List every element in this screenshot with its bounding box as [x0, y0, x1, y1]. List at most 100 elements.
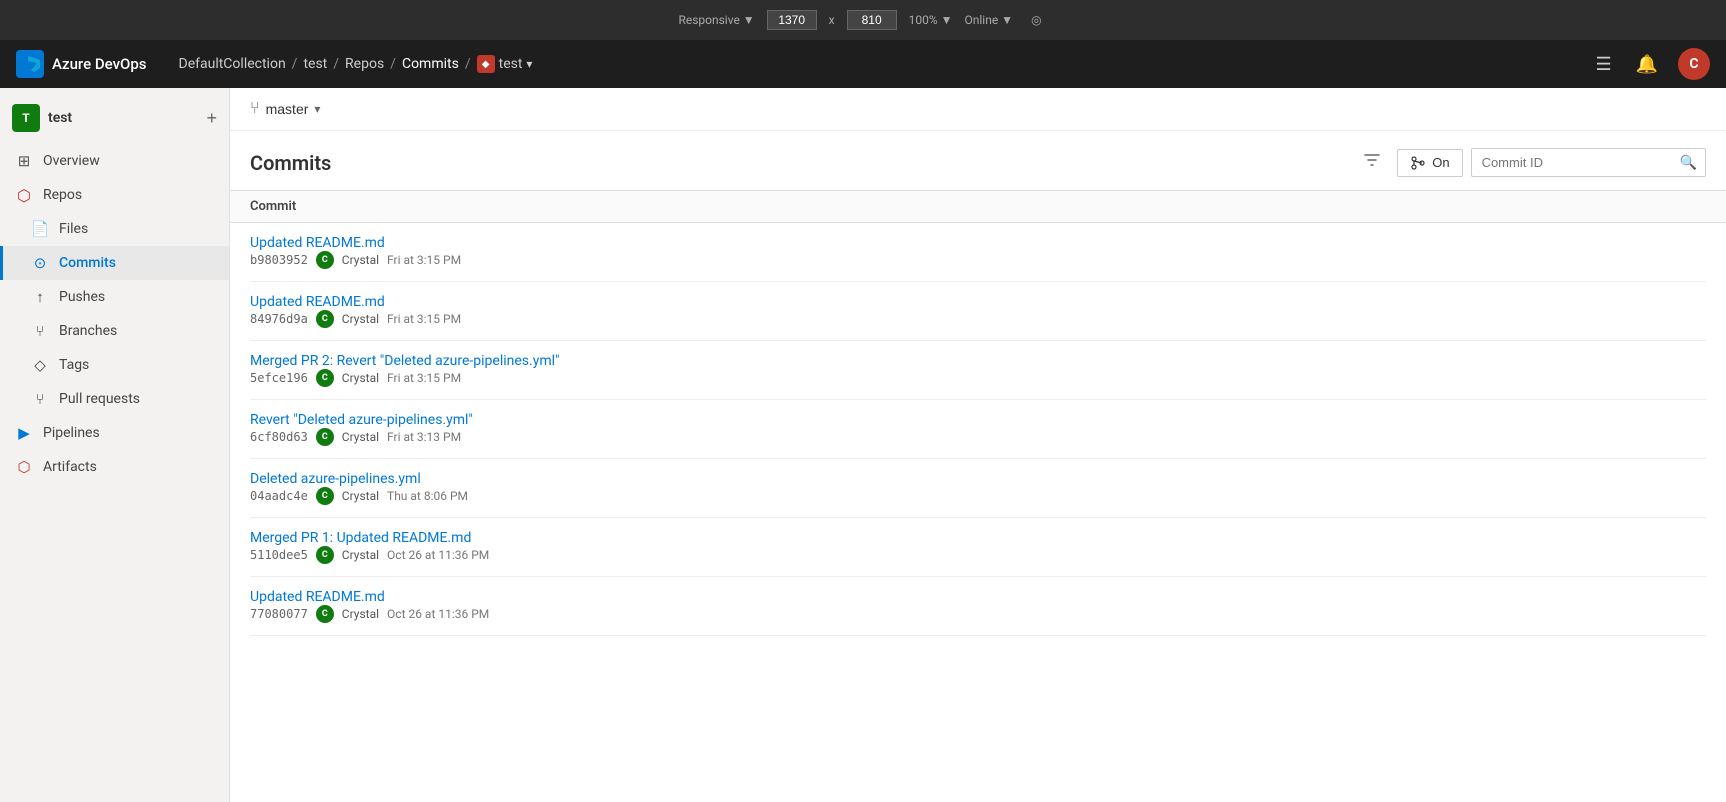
- breadcrumb-project[interactable]: test: [303, 56, 327, 72]
- branch-selector-btn[interactable]: ⑂ master ▾: [250, 100, 320, 118]
- commit-row[interactable]: Merged PR 1: Updated README.md 5110dee5 …: [250, 518, 1706, 577]
- commit-hash: 04aadc4e: [250, 489, 308, 503]
- breadcrumb-repos[interactable]: Repos: [345, 56, 384, 72]
- commit-author: Crystal: [342, 489, 379, 503]
- sidebar-item-pull-requests[interactable]: ⑂ Pull requests: [0, 382, 229, 416]
- commit-author-avatar: C: [316, 605, 334, 623]
- commit-time: Thu at 8:06 PM: [387, 489, 468, 503]
- repos-icon: ⬡: [15, 186, 33, 204]
- sidebar-item-repos[interactable]: ⬡ Repos: [0, 178, 229, 212]
- add-project-btn[interactable]: +: [206, 108, 217, 129]
- sep2: /: [333, 56, 339, 72]
- repo-icon: [477, 55, 495, 73]
- filter-btn[interactable]: [1355, 147, 1389, 178]
- commit-row[interactable]: Updated README.md 77080077 C Crystal Oct…: [250, 577, 1706, 636]
- sidebar-item-overview[interactable]: ⊞ Overview: [0, 144, 229, 178]
- commit-message: Merged PR 2: Revert "Deleted azure-pipel…: [250, 353, 1706, 369]
- user-avatar[interactable]: C: [1678, 48, 1710, 80]
- sidebar-item-artifacts[interactable]: ⬡ Artifacts: [0, 450, 229, 484]
- commit-row[interactable]: Revert "Deleted azure-pipelines.yml" 6cf…: [250, 400, 1706, 459]
- commits-header: Commits On: [230, 131, 1726, 190]
- top-nav-left: Azure DevOps DefaultCollection / test / …: [16, 50, 532, 78]
- graph-label: On: [1432, 155, 1449, 170]
- branches-icon: ⑂: [31, 322, 49, 340]
- commit-author-avatar: C: [316, 487, 334, 505]
- dimension-sep: x: [829, 13, 835, 27]
- sidebar-item-overview-label: Overview: [43, 153, 100, 169]
- commit-meta: 04aadc4e C Crystal Thu at 8:06 PM: [250, 487, 1706, 505]
- commit-author-avatar: C: [316, 428, 334, 446]
- project-info: T test: [12, 104, 72, 132]
- commit-id-search: 🔍: [1471, 148, 1706, 177]
- browser-toolbar: Responsive ▼ x 100% ▼ Online ▼ ◎: [0, 0, 1726, 40]
- commit-meta: 5110dee5 C Crystal Oct 26 at 11:36 PM: [250, 546, 1706, 564]
- commit-message: Merged PR 1: Updated README.md: [250, 530, 1706, 546]
- commits-icon: ⊙: [31, 254, 49, 272]
- sidebar-item-commits-label: Commits: [59, 255, 116, 271]
- commit-message: Updated README.md: [250, 589, 1706, 605]
- commit-row[interactable]: Deleted azure-pipelines.yml 04aadc4e C C…: [250, 459, 1706, 518]
- sidebar-item-pushes[interactable]: ↑ Pushes: [0, 280, 229, 314]
- sidebar-item-branches-label: Branches: [59, 323, 117, 339]
- commit-author: Crystal: [342, 430, 379, 444]
- commit-id-input[interactable]: [1472, 150, 1672, 175]
- commit-time: Fri at 3:15 PM: [387, 253, 461, 267]
- commit-hash: 5110dee5: [250, 548, 308, 562]
- app-shell: Azure DevOps DefaultCollection / test / …: [0, 40, 1726, 802]
- online-label: Online ▼: [965, 13, 1014, 27]
- sidebar-item-commits[interactable]: ⊙ Commits: [0, 246, 229, 280]
- sep3: /: [390, 56, 396, 72]
- commit-hash: 77080077: [250, 607, 308, 621]
- branch-dropdown-icon: ▾: [314, 102, 320, 116]
- commit-row[interactable]: Updated README.md 84976d9a C Crystal Fri…: [250, 282, 1706, 341]
- branch-name: master: [266, 101, 309, 117]
- pull-requests-icon: ⑂: [31, 390, 49, 408]
- sidebar-item-files[interactable]: 📄 Files: [0, 212, 229, 246]
- commit-author-avatar: C: [316, 546, 334, 564]
- breadcrumb: DefaultCollection / test / Repos / Commi…: [179, 55, 533, 73]
- commit-author: Crystal: [342, 371, 379, 385]
- commit-hash: b9803952: [250, 253, 308, 267]
- org-name[interactable]: Azure DevOps: [52, 55, 147, 73]
- commit-meta: 84976d9a C Crystal Fri at 3:15 PM: [250, 310, 1706, 328]
- commit-row[interactable]: Updated README.md b9803952 C Crystal Fri…: [250, 223, 1706, 282]
- work-items-icon[interactable]: ☰: [1591, 50, 1615, 79]
- sidebar-item-pipelines[interactable]: ▶ Pipelines: [0, 416, 229, 450]
- azure-devops-logo[interactable]: [16, 50, 44, 78]
- repo-dropdown-icon: ▾: [526, 57, 532, 71]
- artifacts-icon: ⬡: [15, 458, 33, 476]
- notifications-icon[interactable]: 🔔: [1632, 50, 1662, 79]
- browser-settings-btn[interactable]: ◎: [1025, 11, 1047, 29]
- commit-meta: 77080077 C Crystal Oct 26 at 11:36 PM: [250, 605, 1706, 623]
- page-title: Commits: [250, 151, 331, 175]
- pipelines-icon: ▶: [15, 424, 33, 442]
- responsive-label: Responsive ▼: [678, 13, 754, 27]
- repo-selector[interactable]: test ▾: [477, 55, 533, 73]
- commit-meta: 6cf80d63 C Crystal Fri at 3:13 PM: [250, 428, 1706, 446]
- width-input[interactable]: [767, 10, 817, 30]
- commit-time: Oct 26 at 11:36 PM: [387, 548, 489, 562]
- commit-meta: 5efce196 C Crystal Fri at 3:15 PM: [250, 369, 1706, 387]
- sidebar: T test + ⊞ Overview ⬡ Repos 📄 Files: [0, 88, 230, 802]
- commit-author-avatar: C: [316, 310, 334, 328]
- commit-message: Updated README.md: [250, 294, 1706, 310]
- project-name[interactable]: test: [48, 110, 72, 126]
- sidebar-item-repos-label: Repos: [43, 187, 82, 203]
- sidebar-item-tags[interactable]: ◇ Tags: [0, 348, 229, 382]
- breadcrumb-commits: Commits: [402, 56, 459, 72]
- breadcrumb-collection[interactable]: DefaultCollection: [179, 56, 286, 72]
- commit-row[interactable]: Merged PR 2: Revert "Deleted azure-pipel…: [250, 341, 1706, 400]
- top-nav-right: ☰ 🔔 C: [1591, 48, 1710, 80]
- zoom-label: 100% ▼: [909, 13, 953, 27]
- commit-time: Fri at 3:15 PM: [387, 312, 461, 326]
- sidebar-item-pipelines-label: Pipelines: [43, 425, 100, 441]
- graph-toggle-btn[interactable]: On: [1397, 149, 1462, 177]
- commit-message: Revert "Deleted azure-pipelines.yml": [250, 412, 1706, 428]
- sidebar-item-pull-requests-label: Pull requests: [59, 391, 140, 407]
- commit-id-search-btn[interactable]: 🔍: [1672, 149, 1705, 176]
- commit-meta: b9803952 C Crystal Fri at 3:15 PM: [250, 251, 1706, 269]
- sidebar-item-branches[interactable]: ⑂ Branches: [0, 314, 229, 348]
- height-input[interactable]: [847, 10, 897, 30]
- sidebar-item-tags-label: Tags: [59, 357, 89, 373]
- commits-list: Updated README.md b9803952 C Crystal Fri…: [230, 223, 1726, 636]
